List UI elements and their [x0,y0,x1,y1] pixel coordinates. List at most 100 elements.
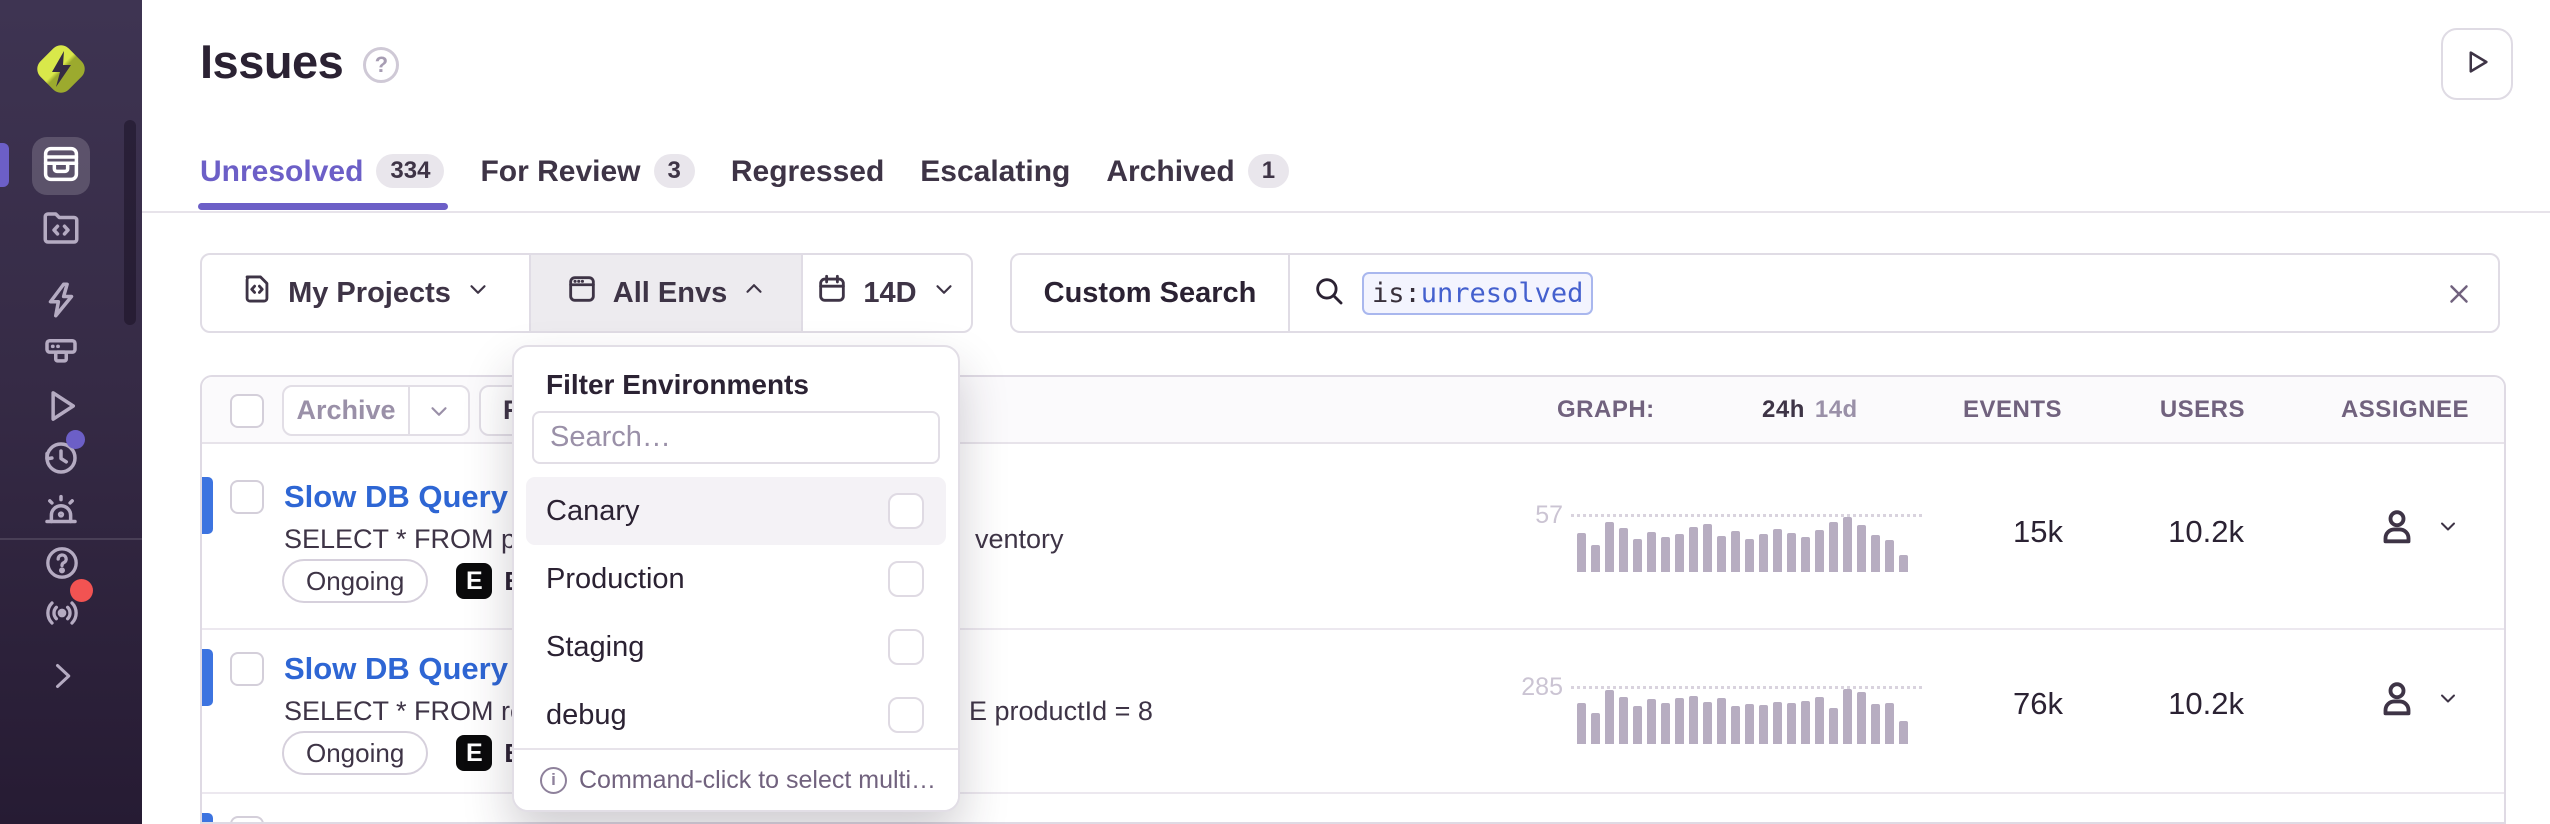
date-range-label: 14D [863,277,916,310]
dropdown-title: Filter Environments [546,369,809,401]
row-checkbox[interactable] [230,652,264,686]
env-option-label: debug [546,699,627,732]
date-range-filter-button[interactable]: 14D [801,255,969,331]
env-option-checkbox[interactable] [888,561,924,597]
env-option-label: Production [546,563,685,596]
env-option-checkbox[interactable] [888,493,924,529]
sidebar-item-help[interactable] [42,543,82,583]
play-outline-icon [40,385,82,427]
sidebar-divider [0,538,142,540]
window-icon [565,272,599,314]
issue-level-bar [202,813,213,824]
clear-search-icon[interactable] [2444,279,2474,314]
tab-for-review[interactable]: For Review 3 [480,153,694,211]
lightning-icon [40,279,82,321]
issue-title-link[interactable]: Slow DB Query [284,479,508,515]
events-count: 76k [1933,686,2063,722]
archive-button[interactable]: Archive [282,385,470,436]
footer-hint-text: Command-click to select multi… [579,766,936,795]
graph-range-toggle[interactable]: 24h 14d [1762,377,1882,442]
environment-search-input[interactable] [532,411,940,464]
env-option-canary[interactable]: Canary [526,477,946,545]
realtime-play-button[interactable] [2441,28,2513,100]
assignee-selector[interactable] [2374,503,2460,554]
sidebar-item-projects[interactable] [40,207,82,249]
chevron-down-icon [465,276,491,310]
sidebar-scrollbar-thumb[interactable] [124,120,136,325]
main-content: Issues ? Unresolved 334 For Review 3 Reg… [142,0,2550,824]
issue-level-bar [202,477,213,534]
projects-filter-label: My Projects [288,277,451,310]
sidebar-item-issues[interactable] [32,137,90,195]
chevron-down-icon[interactable] [410,398,468,424]
tab-regressed[interactable]: Regressed [731,153,884,211]
tab-unresolved[interactable]: Unresolved 334 [200,153,444,211]
tab-escalating[interactable]: Escalating [920,153,1070,211]
chevron-down-icon [2436,514,2460,543]
token-key: is: [1372,278,1421,309]
issue-level-bar [202,649,213,706]
env-option-staging[interactable]: Staging [526,613,946,681]
event-sparkline: 57 [1577,517,1908,572]
range-24h[interactable]: 24h [1762,396,1805,423]
tab-label: Escalating [920,155,1070,189]
whats-new-notification-dot [70,579,93,602]
custom-search-button[interactable]: Custom Search [1012,255,1290,331]
sidebar-collapse-button[interactable] [44,658,80,694]
issue-title-link[interactable]: Slow DB Query [284,651,508,687]
tab-label: Unresolved [200,155,363,189]
page-title: Issues [200,34,343,89]
column-header-assignee: ASSIGNEE [2309,377,2469,442]
sidebar-item-alerts[interactable] [40,490,82,532]
row-checkbox[interactable] [230,480,264,514]
range-14d[interactable]: 14d [1815,396,1858,423]
replays-notification-dot [66,430,85,449]
question-circle-icon [42,543,82,583]
project-platform-icon: E [456,563,492,599]
select-all-checkbox[interactable] [230,394,264,428]
sidebar-nav [0,0,142,824]
page-help-icon[interactable]: ? [363,47,399,83]
tabs-bottom-border [142,211,2550,213]
assignee-selector[interactable] [2374,675,2460,726]
projects-filter-button[interactable]: My Projects [202,255,529,331]
app-logo[interactable] [28,36,94,102]
active-tab-underline [198,203,448,210]
column-header-graph: GRAPH: [1557,377,1655,442]
search-token[interactable]: is:unresolved [1362,272,1593,315]
env-option-checkbox[interactable] [888,629,924,665]
projector-icon [40,332,82,374]
env-option-label: Staging [546,631,644,664]
code-folder-icon [40,207,82,249]
issue-tabs: Unresolved 334 For Review 3 Regressed Es… [200,153,1289,211]
sidebar-item-releases[interactable] [40,385,82,427]
column-header-users: USERS [2125,377,2245,442]
issue-search-bar: Custom Search is:unresolved [1010,253,2500,333]
issue-snippet: SELECT * FROM p [284,524,516,555]
tab-label: Archived [1106,155,1234,189]
environments-filter-button[interactable]: All Envs [529,255,801,331]
issue-snippet-cont: E productId = 8 [969,696,1153,727]
search-input[interactable]: is:unresolved [1290,255,2498,331]
page-filter-bar: My Projects All Envs [200,253,973,333]
play-icon [2462,47,2492,82]
row-checkbox[interactable] [230,816,264,824]
dropdown-footer-hint: i Command-click to select multi… [514,748,958,810]
chevron-up-icon [741,276,767,310]
sidebar-item-explore[interactable] [40,279,82,321]
calendar-icon [815,272,849,314]
active-nav-indicator [0,143,9,187]
users-count: 10.2k [2114,686,2244,722]
env-option-checkbox[interactable] [888,697,924,733]
env-option-production[interactable]: Production [526,545,946,613]
tab-archived[interactable]: Archived 1 [1106,153,1289,211]
chevron-down-icon [2436,686,2460,715]
sidebar-item-dashboards[interactable] [40,332,82,374]
issue-snippet-cont: ventory [975,524,1064,555]
siren-icon [40,490,82,532]
info-icon: i [540,767,567,794]
search-icon [1312,274,1346,313]
tab-count-badge: 1 [1248,154,1289,188]
env-option-debug[interactable]: debug [526,681,946,749]
env-option-label: Canary [546,495,640,528]
